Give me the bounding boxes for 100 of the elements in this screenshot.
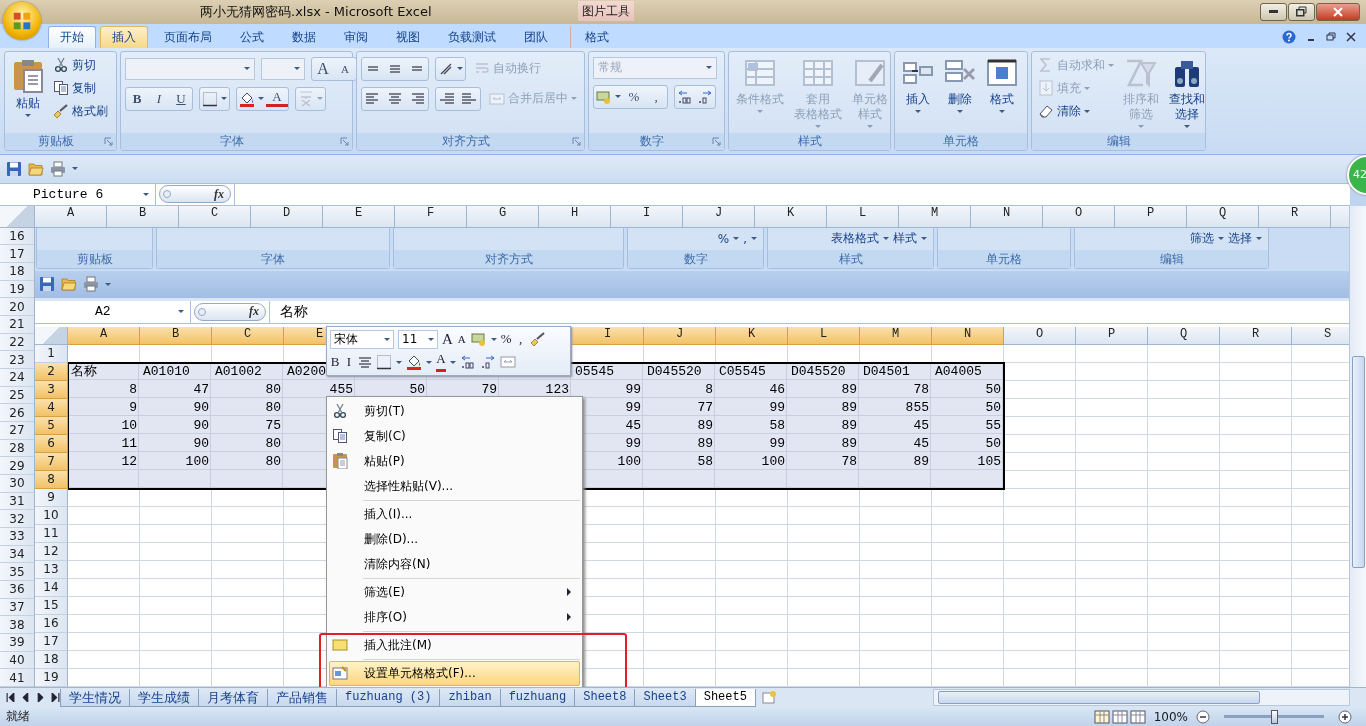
column-header[interactable]: L	[827, 205, 899, 227]
caret-icon[interactable]	[1084, 109, 1090, 113]
slider-thumb[interactable]	[1271, 709, 1278, 724]
sheet-tab[interactable]: fuzhuang	[499, 688, 576, 707]
ribbon-command[interactable]: 复制	[51, 77, 110, 99]
row-header[interactable]: 34	[0, 545, 34, 564]
comma-button[interactable]: ,	[645, 86, 667, 107]
caret-icon[interactable]	[915, 109, 921, 113]
dialog-launcher-icon[interactable]	[104, 136, 113, 146]
close-button[interactable]	[1316, 3, 1360, 21]
font-name-field[interactable]	[125, 57, 255, 80]
row-header[interactable]: 18	[0, 263, 34, 281]
sheet-nav-arrow-icon[interactable]	[6, 693, 15, 702]
scroll-thumb[interactable]	[1352, 355, 1365, 568]
minimize-button[interactable]	[1260, 3, 1287, 21]
dialog-launcher-icon[interactable]	[340, 136, 349, 146]
ribbon-tab[interactable]: 插入	[100, 25, 148, 48]
column-header[interactable]: M	[899, 205, 971, 227]
column-header[interactable]: C	[179, 205, 251, 227]
caret-icon[interactable]	[1184, 124, 1190, 128]
row-header[interactable]: 27	[0, 422, 34, 440]
ribbon-tab[interactable]: 页面布局	[152, 25, 224, 48]
percent-button[interactable]: %	[623, 86, 645, 107]
row-header[interactable]: 40	[0, 651, 34, 670]
office-button[interactable]	[3, 2, 41, 40]
row-header[interactable]: 37	[0, 598, 34, 617]
sheet-tab[interactable]: fuzhuang (3)	[336, 688, 441, 707]
zoom-in-icon[interactable]	[1338, 709, 1352, 724]
ribbon-command[interactable]: 剪切	[51, 54, 110, 76]
insert-sheet-icon[interactable]	[760, 689, 777, 706]
ribbon-command[interactable]: 格式	[983, 54, 1021, 133]
row-header[interactable]: 24	[0, 369, 34, 387]
insert-function-button[interactable]: fx	[214, 186, 224, 202]
caret-icon[interactable]	[294, 67, 300, 71]
page-break-view-icon[interactable]	[1129, 708, 1146, 725]
sheet-tab[interactable]: Sheet3	[634, 688, 696, 707]
column-header[interactable]: K	[755, 205, 827, 227]
caret-icon[interactable]	[258, 97, 264, 101]
column-header[interactable]: I	[611, 205, 683, 227]
ribbon-tab[interactable]: 数据	[280, 25, 328, 48]
caret-icon[interactable]	[999, 109, 1005, 113]
caret-icon[interactable]	[957, 109, 963, 113]
ribbon-tab[interactable]: 审阅	[332, 25, 380, 48]
dialog-launcher-icon[interactable]	[572, 136, 581, 146]
ribbon-tab[interactable]: 开始	[48, 25, 96, 48]
underline-button[interactable]: U	[170, 88, 192, 109]
ribbon-command[interactable]: 删除	[941, 54, 979, 133]
row-header[interactable]: 25	[0, 386, 34, 405]
column-header[interactable]: R	[1259, 205, 1331, 227]
caret-icon[interactable]	[244, 67, 250, 71]
row-header[interactable]: 16	[0, 227, 34, 246]
bold-button[interactable]: B	[126, 88, 148, 109]
restore-icon[interactable]	[1326, 31, 1336, 42]
ribbon-tab[interactable]: 团队	[512, 25, 560, 48]
ribbon-command[interactable]: 查找和 选择	[1166, 54, 1208, 133]
sheet-tab[interactable]: Sheet8	[574, 688, 636, 707]
caret-icon[interactable]	[143, 192, 149, 196]
zoom-out-icon[interactable]	[1196, 709, 1210, 724]
caret-icon[interactable]	[72, 167, 78, 171]
page-layout-view-icon[interactable]	[1111, 708, 1128, 725]
save-icon[interactable]	[6, 160, 22, 177]
sheet-tab[interactable]: 月考体育	[198, 688, 268, 707]
name-box[interactable]: Picture 6	[0, 183, 156, 205]
row-header[interactable]: 32	[0, 510, 34, 528]
sheet-tab[interactable]: Sheet5	[694, 688, 756, 707]
ribbon-tab[interactable]: 视图	[384, 25, 432, 48]
row-header[interactable]: 38	[0, 616, 34, 634]
embedded-screenshot[interactable]	[35, 227, 1349, 687]
sheet-tab[interactable]: zhiban	[439, 688, 501, 707]
paste-button[interactable]: 粘贴	[9, 54, 47, 133]
sheet-tab[interactable]: 学生情况	[60, 688, 130, 707]
column-header[interactable]: Q	[1187, 205, 1259, 227]
caret-icon[interactable]	[25, 113, 31, 117]
ribbon-command[interactable]: 插入	[899, 54, 937, 133]
column-header[interactable]: B	[107, 205, 179, 227]
row-header[interactable]: 22	[0, 333, 34, 352]
sheet-tab[interactable]: 产品销售	[267, 688, 337, 707]
caret-icon[interactable]	[457, 67, 463, 71]
column-header[interactable]: D	[251, 205, 323, 227]
row-header[interactable]: 39	[0, 634, 34, 652]
row-header[interactable]: 20	[0, 298, 34, 317]
column-header[interactable]: G	[467, 205, 539, 227]
grow-font-button[interactable]: A	[312, 58, 334, 79]
caret-icon[interactable]	[706, 66, 712, 70]
help-icon[interactable]	[1282, 29, 1296, 44]
vertical-scrollbar[interactable]	[1349, 205, 1366, 687]
caret-icon[interactable]	[178, 310, 184, 314]
row-header[interactable]: 30	[0, 475, 34, 493]
caret-icon[interactable]	[221, 97, 227, 101]
row-header[interactable]: 19	[0, 280, 34, 299]
row-header[interactable]: 17	[0, 245, 34, 264]
shrink-font-button[interactable]: A	[334, 58, 356, 79]
ribbon-command[interactable]: 清除	[1036, 100, 1116, 122]
row-header[interactable]: 26	[0, 404, 34, 423]
sheet-nav-arrow-icon[interactable]	[51, 693, 60, 702]
row-header[interactable]: 28	[0, 439, 34, 458]
ribbon-command[interactable]: 格式刷	[51, 100, 110, 122]
column-header[interactable]: F	[395, 205, 467, 227]
printer-icon[interactable]	[50, 160, 66, 177]
row-header[interactable]: 36	[0, 581, 34, 599]
